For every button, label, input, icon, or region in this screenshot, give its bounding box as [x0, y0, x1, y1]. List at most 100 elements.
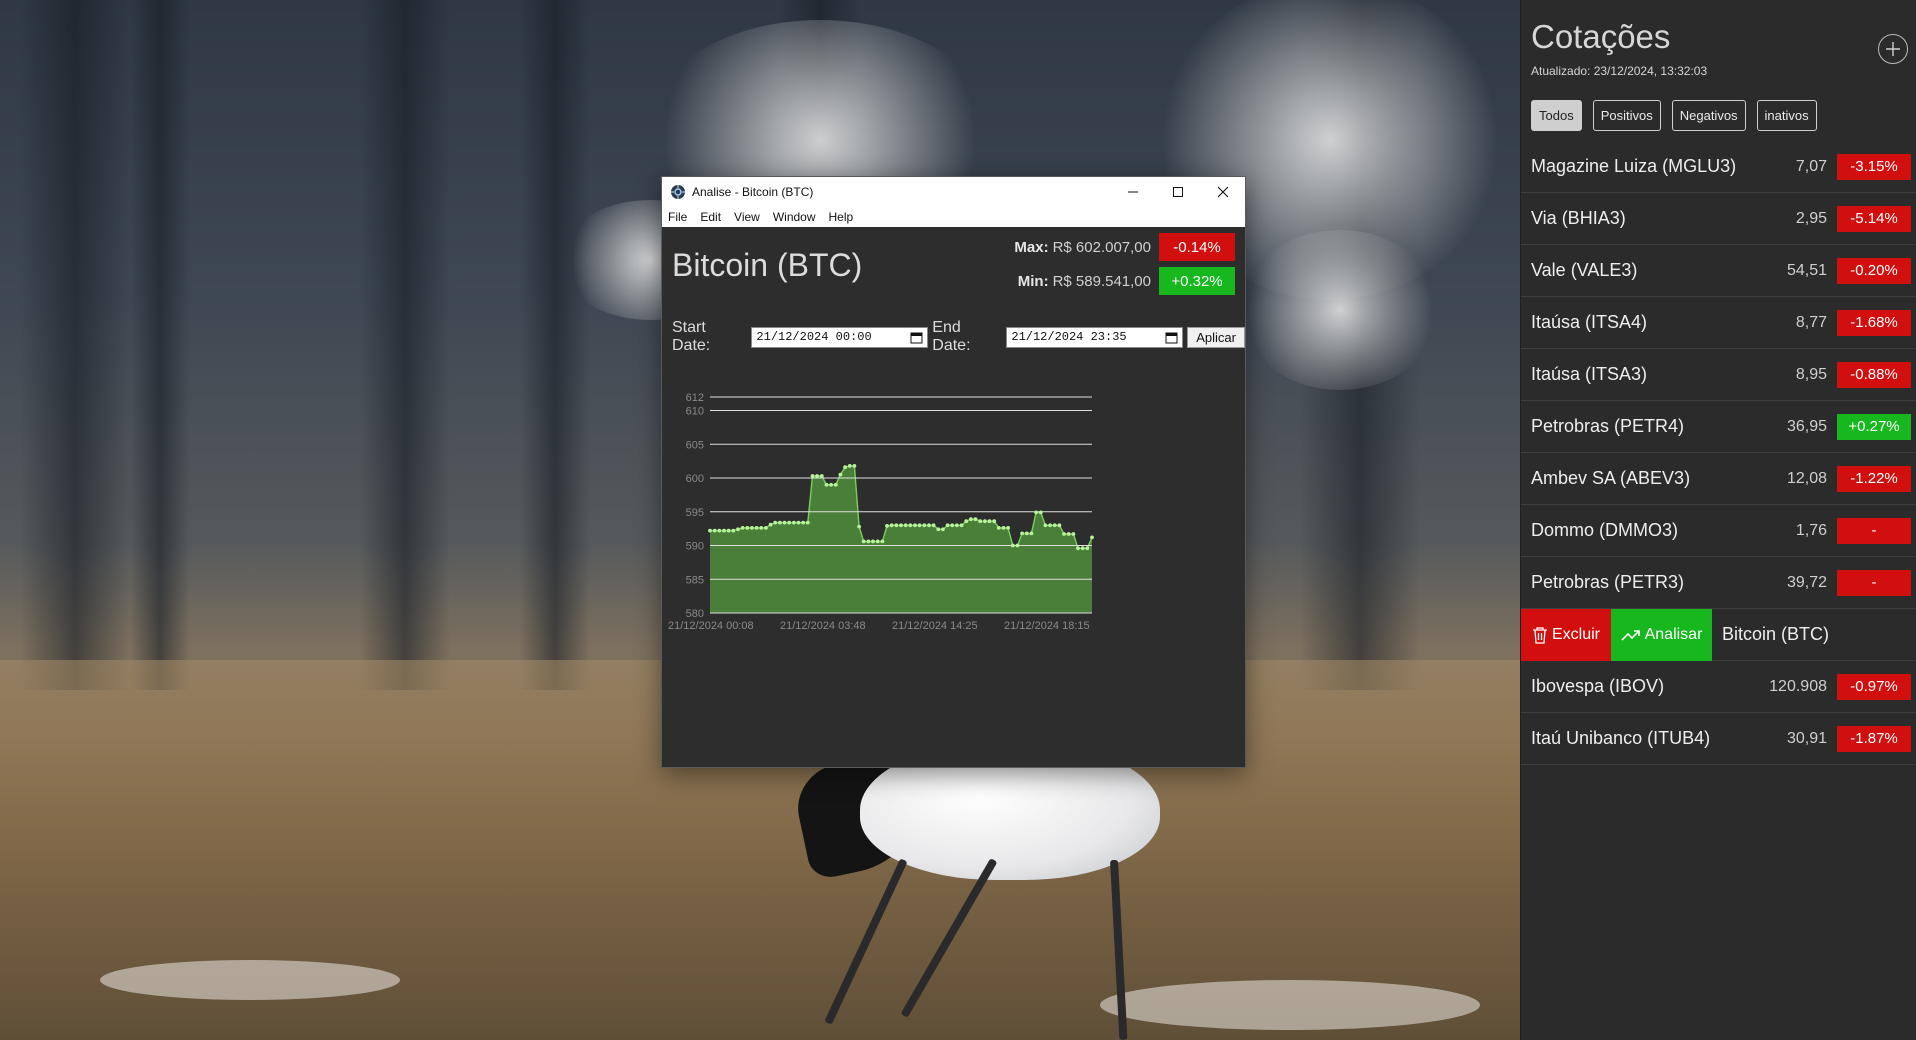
data-point [1006, 526, 1010, 530]
data-point [1090, 535, 1094, 540]
data-point [792, 520, 796, 525]
menu-file[interactable]: File [668, 210, 687, 224]
data-point [894, 523, 899, 528]
delete-button[interactable]: Excluir [1521, 608, 1611, 661]
data-point [1085, 546, 1090, 551]
quote-row[interactable]: Itaú Unibanco (ITUB4) 30,91 -1.87% [1521, 713, 1916, 765]
data-point [1010, 543, 1015, 548]
quote-row[interactable]: Vale (VALE3) 54,51 -0.20% [1521, 245, 1916, 297]
window-titlebar[interactable]: Analise - Bitcoin (BTC) [662, 177, 1245, 207]
tree-trunk [130, 0, 190, 690]
data-point [717, 528, 722, 533]
quote-row[interactable]: Petrobras (PETR3) 39,72- [1521, 557, 1916, 609]
filter-negativos[interactable]: Negativos [1671, 100, 1746, 131]
add-quote-button[interactable] [1878, 34, 1908, 64]
data-point [708, 528, 712, 533]
data-point [922, 523, 927, 528]
data-point [829, 482, 833, 487]
data-point [931, 523, 936, 528]
data-point [1029, 531, 1034, 536]
minimize-icon [1127, 191, 1138, 193]
data-point [992, 519, 997, 524]
quote-change-badge: -1.87% [1837, 725, 1911, 752]
data-point [857, 524, 861, 529]
calendar-icon[interactable] [910, 331, 923, 344]
menu-view[interactable]: View [734, 210, 760, 224]
max-label: Max: [1014, 238, 1049, 256]
trending-up-icon [1621, 629, 1640, 641]
quote-row[interactable]: Via (BHIA3) 2,95 -5.14% [1521, 193, 1916, 245]
end-date-input[interactable]: 21/12/2024 23:35 [1006, 326, 1184, 348]
data-point [815, 474, 819, 478]
quote-change-badge: -0.88% [1837, 361, 1911, 388]
quote-change-badge: -3.15% [1837, 153, 1911, 180]
maximize-button[interactable] [1155, 177, 1200, 207]
calendar-icon[interactable] [1165, 331, 1178, 344]
filter-inativos[interactable]: inativos [1756, 100, 1817, 131]
data-point [726, 528, 731, 533]
selected-quote-row[interactable]: Excluir Analisar Bitcoin (BTC) [1521, 608, 1916, 661]
quote-name: Itaúsa (ITSA3) [1531, 364, 1648, 384]
data-point [759, 526, 764, 530]
quote-value: 12,08 [1786, 469, 1827, 487]
menu-help[interactable]: Help [829, 210, 854, 224]
quote-change-badge: -0.20% [1837, 257, 1911, 284]
quote-value: 30,91 [1786, 729, 1827, 747]
apply-button[interactable]: Aplicar [1187, 326, 1245, 348]
data-point [1071, 532, 1076, 536]
analysis-window: Analise - Bitcoin (BTC) File Edit View W… [661, 176, 1246, 768]
quote-row[interactable]: Ibovespa (IBOV) 120.908 -0.97% [1521, 661, 1916, 713]
quote-value: 120.908 [1769, 677, 1827, 695]
quote-row[interactable]: Itaúsa (ITSA3) 8,95 -0.88% [1521, 349, 1916, 401]
quote-row[interactable]: Ambev SA (ABEV3) 12,08 -1.22% [1521, 453, 1916, 505]
data-point [889, 523, 894, 528]
minimize-button[interactable] [1110, 177, 1155, 207]
quote-row[interactable]: Magazine Luiza (MGLU3) 7,07 -3.15% [1521, 141, 1916, 193]
end-date-label: End Date: [932, 319, 971, 354]
quote-change-badge: +0.27% [1837, 413, 1911, 440]
start-date-input[interactable]: 21/12/2024 00:00 [751, 326, 929, 348]
maximize-icon [1172, 187, 1183, 197]
start-date-value: 21/12/2024 00:00 [756, 330, 872, 344]
close-button[interactable] [1200, 177, 1245, 207]
asset-title: Bitcoin (BTC) [672, 247, 863, 283]
min-value: R$ 589.541,00 [1052, 272, 1151, 290]
quote-row[interactable]: Dommo (DMMO3) 1,76- [1521, 505, 1916, 557]
quote-name: Magazine Luiza (MGLU3) [1531, 156, 1737, 176]
quote-row[interactable]: Itaúsa (ITSA4) 8,77 -1.68% [1521, 297, 1916, 349]
y-tick-label: 595 [686, 507, 704, 519]
data-point [824, 482, 829, 487]
quote-name: Itaúsa (ITSA4) [1531, 312, 1648, 332]
data-point [1034, 510, 1038, 515]
data-point [866, 539, 871, 544]
data-point [950, 523, 955, 528]
menu-edit[interactable]: Edit [700, 210, 721, 224]
y-tick-label: 610 [686, 406, 704, 418]
filter-positivos[interactable]: Positivos [1592, 100, 1661, 131]
data-point [1076, 546, 1080, 551]
quote-name: Via (BHIA3) [1531, 208, 1626, 228]
data-point [996, 526, 1001, 530]
data-point [796, 520, 801, 525]
quote-value: 2,95 [1795, 209, 1827, 227]
quote-name: Vale (VALE3) [1531, 260, 1638, 280]
min-change-badge: +0.32% [1159, 267, 1235, 295]
data-point [913, 523, 917, 528]
data-point [1080, 546, 1085, 551]
quotes-panel: Cotações Atualizado: 23/12/2024, 13:32:0… [1520, 0, 1916, 1040]
quote-row[interactable]: Petrobras (PETR4) 36,95 +0.27% [1521, 401, 1916, 453]
x-tick-label: 21/12/2024 03:48 [780, 620, 866, 632]
quote-value: 7,07 [1795, 157, 1827, 175]
plus-icon [1886, 42, 1900, 56]
menu-window[interactable]: Window [773, 210, 816, 224]
data-point [712, 528, 717, 533]
data-point [885, 524, 889, 528]
data-point [745, 526, 750, 530]
steam-cloud [1240, 230, 1440, 390]
end-date-value: 21/12/2024 23:35 [1011, 330, 1127, 344]
data-point [764, 526, 768, 530]
analyze-button[interactable]: Analisar [1611, 608, 1712, 661]
data-point [903, 523, 908, 528]
filter-todos[interactable]: Todos [1531, 100, 1582, 131]
data-point [987, 519, 992, 524]
